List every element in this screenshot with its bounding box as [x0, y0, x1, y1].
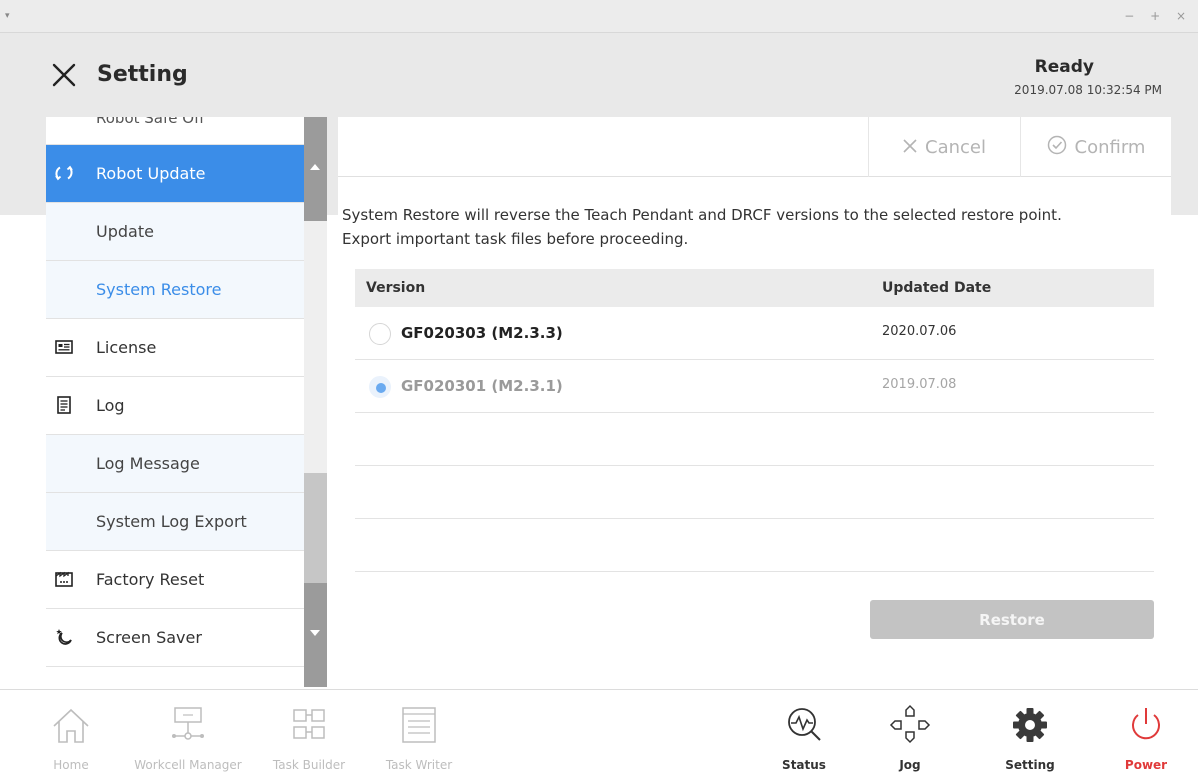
sidebar-item-robot-update[interactable]: Robot Update [46, 145, 304, 203]
bottom-navigation: Home Workcell Manager Task Builder Task … [0, 689, 1198, 779]
window-controls[interactable]: − + × [1124, 9, 1192, 23]
nav-label: Task Writer [385, 758, 453, 772]
nav-home[interactable]: Home [36, 690, 106, 779]
settings-sidebar: Robot Safe Off Robot Update Update Syste… [46, 117, 304, 687]
workcell-icon [165, 702, 211, 748]
sidebar-item-factory-reset[interactable]: Factory Reset [46, 551, 304, 609]
sidebar-item-label: System Restore [96, 280, 222, 299]
nav-task-writer[interactable]: Task Writer [372, 690, 466, 779]
log-document-icon [54, 395, 74, 415]
license-card-icon [54, 337, 74, 357]
system-restore-panel: Cancel Confirm System Restore will rever… [338, 117, 1171, 687]
sidebar-item-label: Log Message [96, 454, 200, 473]
sidebar-item-label: Robot Safe Off [96, 117, 205, 127]
sidebar-item-label: Robot Update [96, 164, 206, 183]
sidebar-item-robot-safe-off[interactable]: Robot Safe Off [46, 117, 304, 145]
nav-label: Power [1124, 758, 1168, 772]
nav-jog[interactable]: Jog [863, 690, 957, 779]
gear-icon [1007, 702, 1053, 748]
status-timestamp: 2019.07.08 10:32:54 PM [1014, 83, 1162, 97]
close-icon [903, 137, 917, 158]
scroll-up-icon [310, 164, 320, 170]
date-cell: 2020.07.06 [882, 324, 957, 339]
factory-reset-icon [54, 569, 74, 589]
check-circle-icon [1047, 135, 1067, 160]
column-header-version: Version [366, 280, 426, 296]
sidebar-item-log[interactable]: Log [46, 377, 304, 435]
restore-button[interactable]: Restore [870, 600, 1154, 639]
sidebar-item-log-message[interactable]: Log Message [46, 435, 304, 493]
status-icon [781, 702, 827, 748]
cancel-label: Cancel [925, 136, 986, 158]
restore-point-table: Version Updated Date GF020303 (M2.3.3) 2… [355, 269, 1154, 572]
restore-description: System Restore will reverse the Teach Pe… [342, 203, 1152, 251]
jog-icon [887, 702, 933, 748]
power-icon [1123, 702, 1169, 748]
sidebar-item-label: Factory Reset [96, 570, 205, 589]
confirm-button[interactable]: Confirm [1020, 117, 1171, 177]
sidebar-item-label: System Log Export [96, 512, 247, 531]
date-cell: 2019.07.08 [882, 377, 957, 392]
nav-task-builder[interactable]: Task Builder [262, 690, 356, 779]
cancel-button[interactable]: Cancel [868, 117, 1020, 177]
table-row-empty [355, 519, 1154, 572]
sidebar-item-system-restore[interactable]: System Restore [46, 261, 304, 319]
task-writer-icon [396, 702, 442, 748]
version-cell: GF020303 (M2.3.3) [401, 324, 563, 342]
nav-label: Status [782, 758, 826, 772]
panel-toolbar: Cancel Confirm [338, 117, 1171, 177]
description-line: System Restore will reverse the Teach Pe… [342, 206, 1062, 224]
sidebar-item-label: Update [96, 222, 154, 241]
sidebar-item-license[interactable]: License [46, 319, 304, 377]
scroll-down-icon [310, 630, 320, 636]
restore-point-radio[interactable] [369, 376, 391, 398]
nav-workcell-manager[interactable]: Workcell Manager [124, 690, 252, 779]
table-row-empty [355, 466, 1154, 519]
restore-label: Restore [979, 610, 1045, 629]
table-header: Version Updated Date [355, 269, 1154, 307]
task-builder-icon [286, 702, 332, 748]
home-icon [48, 702, 94, 748]
nav-label: Home [53, 758, 89, 772]
sidebar-scrollbar[interactable] [304, 117, 327, 687]
table-row[interactable]: GF020303 (M2.3.3) 2020.07.06 [355, 307, 1154, 360]
confirm-label: Confirm [1074, 136, 1146, 158]
window-menu-icon[interactable]: ▾ [5, 11, 10, 21]
column-header-updated-date: Updated Date [882, 280, 992, 296]
table-row-empty [355, 413, 1154, 466]
window-titlebar: ▾ − + × [0, 0, 1198, 33]
nav-power[interactable]: Power [1106, 690, 1186, 779]
table-row[interactable]: GF020301 (M2.3.1) 2019.07.08 [355, 360, 1154, 413]
nav-label: Task Builder [272, 758, 346, 772]
status-text: Ready [1034, 57, 1094, 77]
page-title: Setting [97, 62, 188, 87]
moon-star-icon [54, 627, 74, 647]
nav-label: Jog [899, 758, 921, 772]
sidebar-item-label: License [96, 338, 157, 357]
version-cell: GF020301 (M2.3.1) [401, 377, 563, 395]
description-line: Export important task files before proce… [342, 230, 689, 248]
restore-point-radio[interactable] [369, 323, 391, 345]
refresh-icon [54, 163, 74, 183]
sidebar-item-screen-saver[interactable]: Screen Saver [46, 609, 304, 667]
nav-setting[interactable]: Setting [983, 690, 1077, 779]
nav-label: Setting [1005, 758, 1055, 772]
nav-label: Workcell Manager [134, 758, 242, 772]
sidebar-item-update[interactable]: Update [46, 203, 304, 261]
close-icon[interactable] [52, 63, 76, 87]
sidebar-item-system-log-export[interactable]: System Log Export [46, 493, 304, 551]
sidebar-item-label: Screen Saver [96, 628, 202, 647]
sidebar-item-label: Log [96, 396, 125, 415]
scroll-thumb[interactable] [304, 473, 327, 583]
nav-status[interactable]: Status [757, 690, 851, 779]
